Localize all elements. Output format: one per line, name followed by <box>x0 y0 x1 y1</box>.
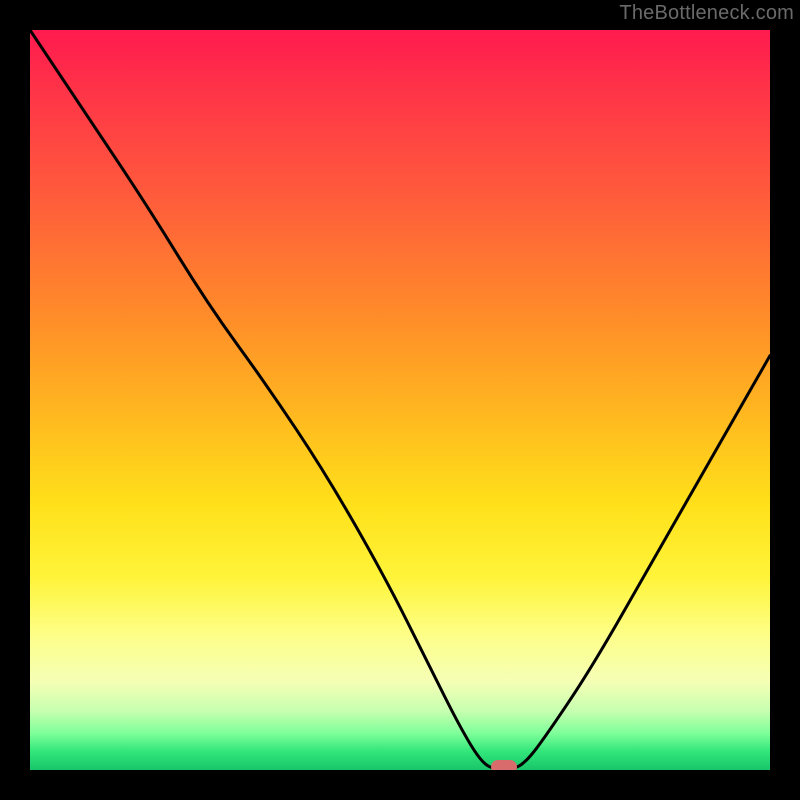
plot-area <box>30 30 770 770</box>
watermark-text: TheBottleneck.com <box>619 2 794 25</box>
chart-frame: TheBottleneck.com <box>0 0 800 800</box>
optimal-marker <box>491 760 517 770</box>
bottleneck-curve <box>30 30 770 770</box>
